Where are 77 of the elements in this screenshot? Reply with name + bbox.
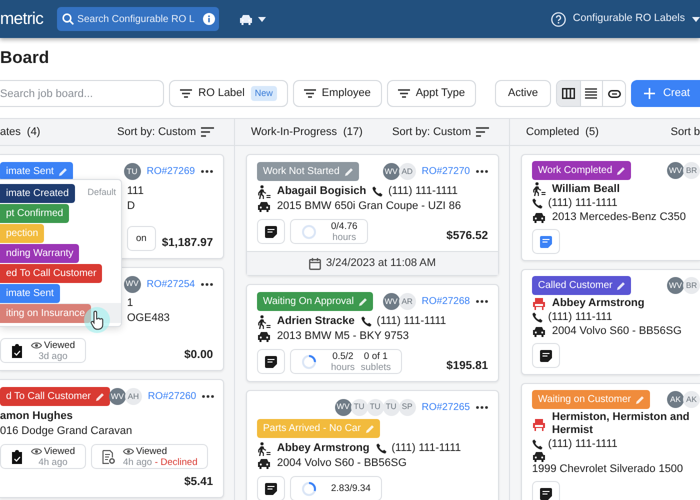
column-title: Completed (5) bbox=[526, 124, 599, 140]
avatar: WV bbox=[382, 163, 400, 180]
column-title: ates (4) bbox=[0, 124, 40, 140]
vehicle-name: 2004 Volvo S60 - BB56SG bbox=[277, 456, 407, 471]
phone-number: (111) 111-1111 bbox=[376, 314, 446, 329]
avatar: AH bbox=[124, 388, 142, 405]
status-label: pection bbox=[0, 224, 44, 242]
avatar: AD bbox=[398, 163, 416, 180]
vehicle-name: 2013 BMW M5 - BKY 9753 bbox=[277, 329, 409, 344]
viewed-label: Viewed bbox=[44, 446, 75, 456]
avatar: AK bbox=[667, 391, 684, 408]
avatar: SP bbox=[398, 398, 416, 416]
page-title: Board bbox=[0, 47, 50, 69]
phone-number: (111) 111-1111 bbox=[548, 437, 618, 451]
customer-name: William Beall bbox=[552, 182, 620, 196]
price: $576.52 bbox=[446, 229, 488, 244]
avatar: TU bbox=[124, 163, 141, 180]
status-label: ed To Call Customer bbox=[0, 264, 102, 282]
price: $5.41 bbox=[184, 475, 213, 490]
appointment-date: 3/24/2023 at 11:08 AM bbox=[326, 256, 436, 272]
declined-status: - Declined bbox=[154, 456, 198, 468]
avatar: WV bbox=[382, 293, 400, 310]
avatar: WV bbox=[124, 276, 141, 292]
default-hint: Default bbox=[87, 186, 116, 200]
vehicle-name: 1999 Chevrolet Silverado 1500 bbox=[532, 462, 684, 476]
vehicle-name: 2015 BMW 650i Gran Coupe - UZI 86 bbox=[277, 199, 462, 214]
logo: metric bbox=[0, 8, 44, 30]
customer-name: Adrien Stracke bbox=[277, 314, 355, 329]
customer-name: Hermiston, Hermiston and Hermist bbox=[552, 411, 691, 437]
phone-number: (111) 111-1111 bbox=[388, 184, 458, 199]
avatar: WV bbox=[667, 162, 684, 179]
viewed-time: 3d ago bbox=[38, 350, 68, 362]
price: $195.81 bbox=[446, 359, 488, 374]
phone-number: (111) 111-1111 bbox=[548, 196, 618, 210]
status-label: pt Confirmed bbox=[0, 204, 70, 222]
hours-value: 0/4.76 bbox=[331, 220, 358, 232]
avatar: TU bbox=[366, 398, 384, 416]
avatar: BR bbox=[683, 277, 700, 294]
viewed-time: 4h ago bbox=[123, 456, 152, 468]
phone-number: 111 bbox=[127, 184, 144, 199]
avatar: WV bbox=[334, 398, 352, 416]
new-badge: New bbox=[250, 86, 277, 102]
hours-unit: hours bbox=[331, 362, 355, 372]
viewed-label: Viewed bbox=[44, 340, 75, 350]
hours-value: 0.5/2 bbox=[331, 350, 354, 362]
vehicle-name: 2004 Volvo S60 - BB56SG bbox=[552, 324, 682, 338]
status-label: nding Warranty bbox=[0, 244, 80, 262]
avatar: AR bbox=[398, 293, 416, 310]
hours-unit: hours bbox=[331, 232, 358, 242]
vehicle-name: 016 Dodge Grand Caravan bbox=[0, 424, 132, 439]
viewed-label: Viewed bbox=[136, 446, 167, 456]
customer-name: amon Hughes bbox=[0, 409, 73, 424]
phone-number: (111) 111-111 bbox=[548, 310, 612, 324]
vehicle-name: D bbox=[127, 199, 135, 214]
column-title: Work-In-Progress (17) bbox=[251, 124, 363, 140]
vehicle-name: 2013 Mercedes-Benz C350 bbox=[552, 210, 686, 224]
price: $1,187.97 bbox=[162, 236, 213, 251]
avatar: TU bbox=[382, 398, 400, 416]
status-label: imate Sent bbox=[0, 284, 60, 302]
viewed-time: 4h ago bbox=[38, 456, 68, 468]
avatar: BR bbox=[683, 162, 700, 179]
sublets-value: 0 of 1 bbox=[362, 350, 389, 362]
vehicle-name: OGE483 bbox=[127, 311, 170, 326]
avatar: AK bbox=[683, 391, 700, 408]
phone-number: 1 bbox=[127, 296, 134, 311]
customer-name: Abbey Armstrong bbox=[277, 441, 370, 456]
status-label: imate Created bbox=[0, 184, 75, 202]
avatar: TU bbox=[350, 398, 368, 416]
customer-name: Abbey Armstrong bbox=[552, 297, 644, 310]
avatar: WV bbox=[108, 388, 126, 405]
hours-value: 2.83/9.34 bbox=[331, 483, 371, 494]
sublets-unit: sublets bbox=[360, 362, 391, 372]
status-label: iting on Insurance bbox=[0, 304, 91, 322]
customer-name: Abagail Bogisich bbox=[277, 184, 366, 199]
price: $0.00 bbox=[184, 348, 213, 363]
phone-number: (111) 111-1111 bbox=[392, 441, 462, 456]
avatar: WV bbox=[667, 277, 684, 294]
